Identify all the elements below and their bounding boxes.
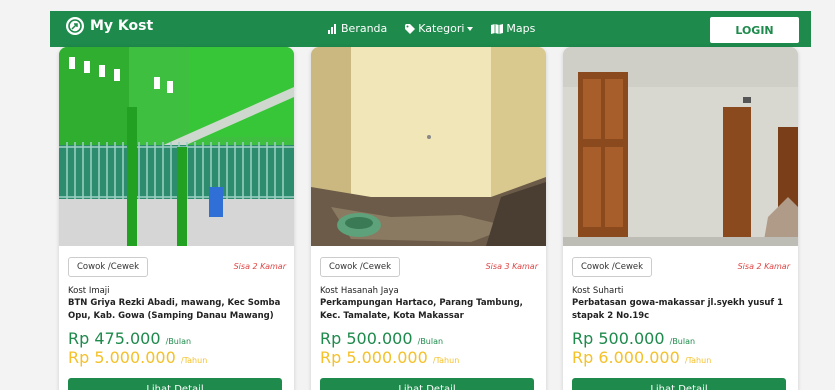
kost-photo[interactable] [563,47,798,246]
brand-name: My Kost [90,18,154,34]
gender-badge: Cowok /Cewek [68,257,149,277]
nav-maps[interactable]: Maps [491,22,535,35]
nav-beranda[interactable]: Beranda [328,22,387,35]
price-year-value: Rp 5.000.000 [68,348,176,367]
brand-logo-icon [66,17,84,35]
kost-card: Cowok /Cewek Sisa 2 Kamar Kost Suharti P… [563,47,798,390]
nav-maps-label: Maps [506,22,536,35]
map-icon [491,23,504,34]
kost-card: Cowok /Cewek Sisa 2 Kamar Kost Imaji BTN… [59,47,294,390]
navbar: My Kost Beranda Kategori Maps LOGIN [50,11,811,47]
gender-badge: Cowok /Cewek [572,257,653,277]
price-year: Rp 5.000.000 /Tahun [68,348,207,367]
price-month-value: Rp 475.000 [68,329,161,348]
nav-beranda-label: Beranda [341,22,388,35]
tag-icon [405,23,416,34]
kost-address: Perbatasan gowa-makassar jl.syekh yusuf … [572,298,783,321]
detail-button[interactable]: Lihat Detail [572,378,786,390]
price-year-value: Rp 5.000.000 [320,348,428,367]
brand[interactable]: My Kost [66,17,153,35]
kost-name: Kost Imaji [68,286,110,296]
price-month-unit: /Bulan [417,337,444,346]
price-month-unit: /Bulan [165,337,192,346]
price-year-unit: /Tahun [180,356,208,365]
caret-down-icon [467,26,474,31]
kost-name: Kost Suharti [572,286,624,296]
kost-address: Perkampungan Hartaco, Parang Tambung, Ke… [320,298,523,321]
nav-kategori[interactable]: Kategori [405,22,474,35]
gender-badge: Cowok /Cewek [320,257,401,277]
price-month: Rp 475.000 /Bulan [68,329,191,348]
kost-photo[interactable] [311,47,546,246]
nav-kategori-label: Kategori [418,22,465,35]
login-button[interactable]: LOGIN [710,17,799,43]
availability-text: Sisa 3 Kamar [485,262,538,271]
detail-button[interactable]: Lihat Detail [320,378,534,390]
kost-card: Cowok /Cewek Sisa 3 Kamar Kost Hasanah J… [311,47,546,390]
kost-photo[interactable] [59,47,294,246]
price-month-value: Rp 500.000 [572,329,665,348]
price-year-unit: /Tahun [684,356,712,365]
nav-links: Beranda Kategori Maps [328,22,535,35]
price-month-value: Rp 500.000 [320,329,413,348]
price-month: Rp 500.000 /Bulan [320,329,443,348]
price-year-value: Rp 6.000.000 [572,348,680,367]
price-month: Rp 500.000 /Bulan [572,329,695,348]
price-month-unit: /Bulan [669,337,696,346]
kost-name: Kost Hasanah Jaya [320,286,399,296]
detail-button[interactable]: Lihat Detail [68,378,282,390]
bar-chart-icon [328,23,338,34]
price-year: Rp 6.000.000 /Tahun [572,348,711,367]
price-year-unit: /Tahun [432,356,460,365]
price-year: Rp 5.000.000 /Tahun [320,348,459,367]
availability-text: Sisa 2 Kamar [233,262,286,271]
kost-address: BTN Griya Rezki Abadi, mawang, Kec Somba… [68,298,281,321]
availability-text: Sisa 2 Kamar [737,262,790,271]
